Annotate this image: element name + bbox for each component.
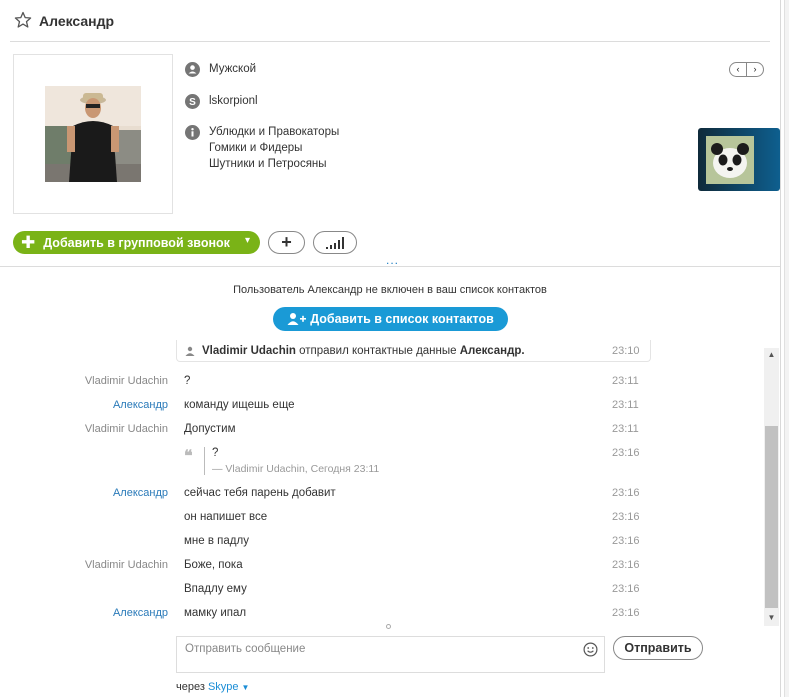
- scrollbar-thumb[interactable]: [765, 426, 778, 608]
- message-text: команду ищешь еще: [184, 399, 295, 411]
- window-border: [780, 0, 781, 697]
- plus-icon: ✚: [21, 232, 36, 252]
- send-via: через Skype ▼: [176, 681, 249, 693]
- add-to-contacts-label: Добавить в список контактов: [310, 312, 494, 326]
- signal-bars-icon: [326, 236, 344, 249]
- profile-avatar-frame: [13, 54, 173, 214]
- system-message-text: Vladimir Udachin отправил контактные дан…: [202, 345, 525, 357]
- pager-prev-button[interactable]: ‹: [730, 63, 747, 76]
- chevron-down-icon[interactable]: ▼: [242, 683, 250, 692]
- message-sender[interactable]: Vladimir Udachin: [0, 423, 168, 435]
- window-edge: [784, 0, 789, 697]
- add-contact-icon: [287, 313, 307, 325]
- message-text: мне в падлу: [184, 535, 249, 547]
- add-to-contacts-button[interactable]: Добавить в список контактов: [273, 307, 508, 331]
- quote-text: ?: [212, 447, 219, 459]
- plus-icon: +: [281, 232, 292, 252]
- message-sender[interactable]: Александр: [0, 399, 168, 411]
- profile-about-row: Ублюдки и Правокаторы Гомики и Фидеры Шу…: [185, 125, 339, 173]
- message-time: 23:16: [612, 447, 640, 459]
- message-text: Боже, пока: [184, 559, 243, 571]
- system-message-target: Александр.: [459, 345, 525, 357]
- divider: [10, 41, 770, 42]
- message-text: Допустим: [184, 423, 236, 435]
- info-icon: [185, 125, 200, 140]
- skype-icon: S: [185, 94, 200, 109]
- message-time: 23:11: [612, 423, 639, 435]
- add-to-group-call-button[interactable]: ✚ Добавить в групповой звонок ▾: [13, 231, 260, 254]
- message-sender[interactable]: Vladimir Udachin: [0, 375, 168, 387]
- panda-thumbnail: [706, 136, 754, 184]
- about-line: Шутники и Петросяны: [209, 158, 327, 170]
- message-text: сейчас тебя парень добавит: [184, 487, 336, 499]
- expand-handle[interactable]: ...: [386, 253, 399, 267]
- send-button[interactable]: Отправить: [613, 636, 703, 660]
- system-message-middle: отправил контактные данные: [295, 345, 460, 357]
- message-text: Впадлу ему: [184, 583, 247, 595]
- message-composer: [176, 636, 605, 673]
- avatar[interactable]: [45, 86, 141, 182]
- svg-text:S: S: [189, 97, 196, 108]
- add-to-call-label: Добавить в групповой звонок: [43, 235, 230, 250]
- contact-card-icon: [185, 346, 195, 356]
- quote-bar: [204, 447, 205, 475]
- system-message-sender: Vladimir Udachin: [202, 345, 296, 357]
- message-input[interactable]: [177, 637, 577, 672]
- quote-icon: ❝: [184, 446, 193, 465]
- message-sender[interactable]: Александр: [0, 607, 168, 619]
- message-time: 23:10: [612, 345, 640, 357]
- message-sender[interactable]: Александр: [0, 487, 168, 499]
- favorite-star-icon[interactable]: [14, 11, 32, 29]
- message-text: ?: [184, 375, 191, 387]
- about-line: Ублюдки и Правокаторы: [209, 126, 340, 138]
- not-in-contacts-notice: Пользователь Александр не включен в ваш …: [233, 284, 547, 296]
- send-via-prefix: через: [176, 681, 208, 693]
- profile-skype-name: lskorpionl: [209, 95, 258, 107]
- message-sender[interactable]: Vladimir Udachin: [0, 559, 168, 571]
- message-time: 23:16: [612, 607, 640, 619]
- about-line: Гомики и Фидеры: [209, 142, 303, 154]
- message-time: 23:16: [612, 487, 640, 499]
- conversation-header: Александр: [0, 0, 780, 42]
- message-time: 23:16: [612, 583, 640, 595]
- add-participant-button[interactable]: +: [268, 231, 305, 254]
- contact-name: Александр: [39, 13, 115, 29]
- divider: [0, 266, 780, 267]
- message-text: мамку ипал: [184, 607, 247, 619]
- profile-gender-row: Мужской: [185, 62, 256, 78]
- call-quality-button[interactable]: [313, 231, 357, 254]
- scroll-up-icon[interactable]: ▲: [764, 348, 779, 362]
- profile-about: Ублюдки и Правокаторы Гомики и Фидеры Шу…: [209, 125, 339, 173]
- emoticon-icon[interactable]: [583, 642, 598, 657]
- message-time: 23:11: [612, 375, 639, 387]
- profile-gender: Мужской: [209, 63, 257, 75]
- quote-source: — Vladimir Udachin, Сегодня 23:11: [212, 463, 380, 475]
- message-text: он напишет все: [184, 511, 268, 523]
- message-time: 23:16: [612, 511, 640, 523]
- scroll-down-icon[interactable]: ▼: [764, 611, 779, 625]
- chevron-down-icon[interactable]: ▾: [245, 235, 250, 246]
- composer-resize-handle[interactable]: [386, 624, 391, 629]
- message-time: 23:16: [612, 559, 640, 571]
- message-time: 23:11: [612, 399, 639, 411]
- profile-pager: ‹ ›: [729, 62, 764, 77]
- system-message: Vladimir Udachin отправил контактные дан…: [176, 340, 651, 362]
- profile-skype-row: S lskorpionl: [185, 94, 258, 110]
- person-icon: [185, 62, 200, 77]
- self-video-preview[interactable]: [698, 128, 780, 191]
- pager-next-button[interactable]: ›: [747, 63, 763, 76]
- message-time: 23:16: [612, 535, 640, 547]
- send-via-service-dropdown[interactable]: Skype: [208, 681, 239, 693]
